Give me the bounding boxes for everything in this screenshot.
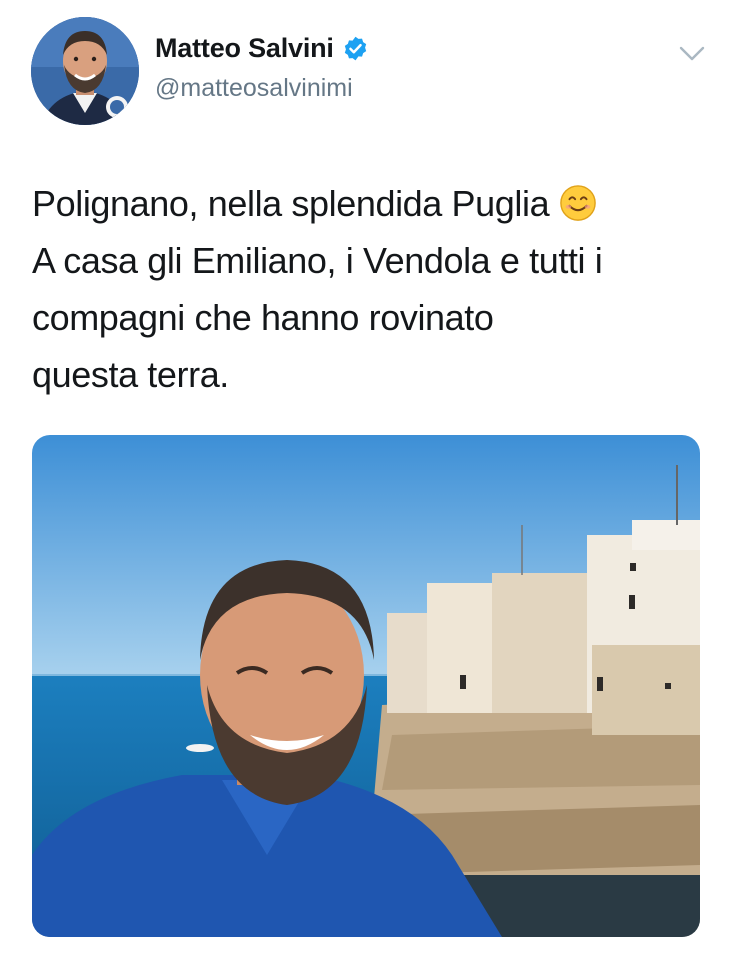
tweet-text-line: Polignano, nella splendida Puglia (32, 175, 712, 232)
verified-badge-icon (344, 36, 366, 61)
tweet: Matteo Salvini @matteosalvinimi Polignan… (0, 0, 732, 960)
author-name[interactable]: Matteo Salvini (155, 33, 334, 64)
author-row: Matteo Salvini (155, 33, 369, 64)
smiling-face-icon (560, 185, 597, 221)
tweet-text-line: A casa gli Emiliano, i Vendola e tutti i (32, 240, 603, 281)
tweet-text-line: questa terra. (32, 354, 229, 395)
avatar[interactable] (31, 17, 139, 125)
author-handle[interactable]: @matteosalvinimi (155, 74, 353, 103)
tweet-text-line: compagni che hanno rovinato (32, 297, 494, 338)
tweet-text: Polignano, nella splendida Puglia A casa… (32, 175, 712, 403)
chevron-down-icon[interactable] (676, 42, 708, 66)
tweet-photo[interactable] (32, 435, 700, 937)
